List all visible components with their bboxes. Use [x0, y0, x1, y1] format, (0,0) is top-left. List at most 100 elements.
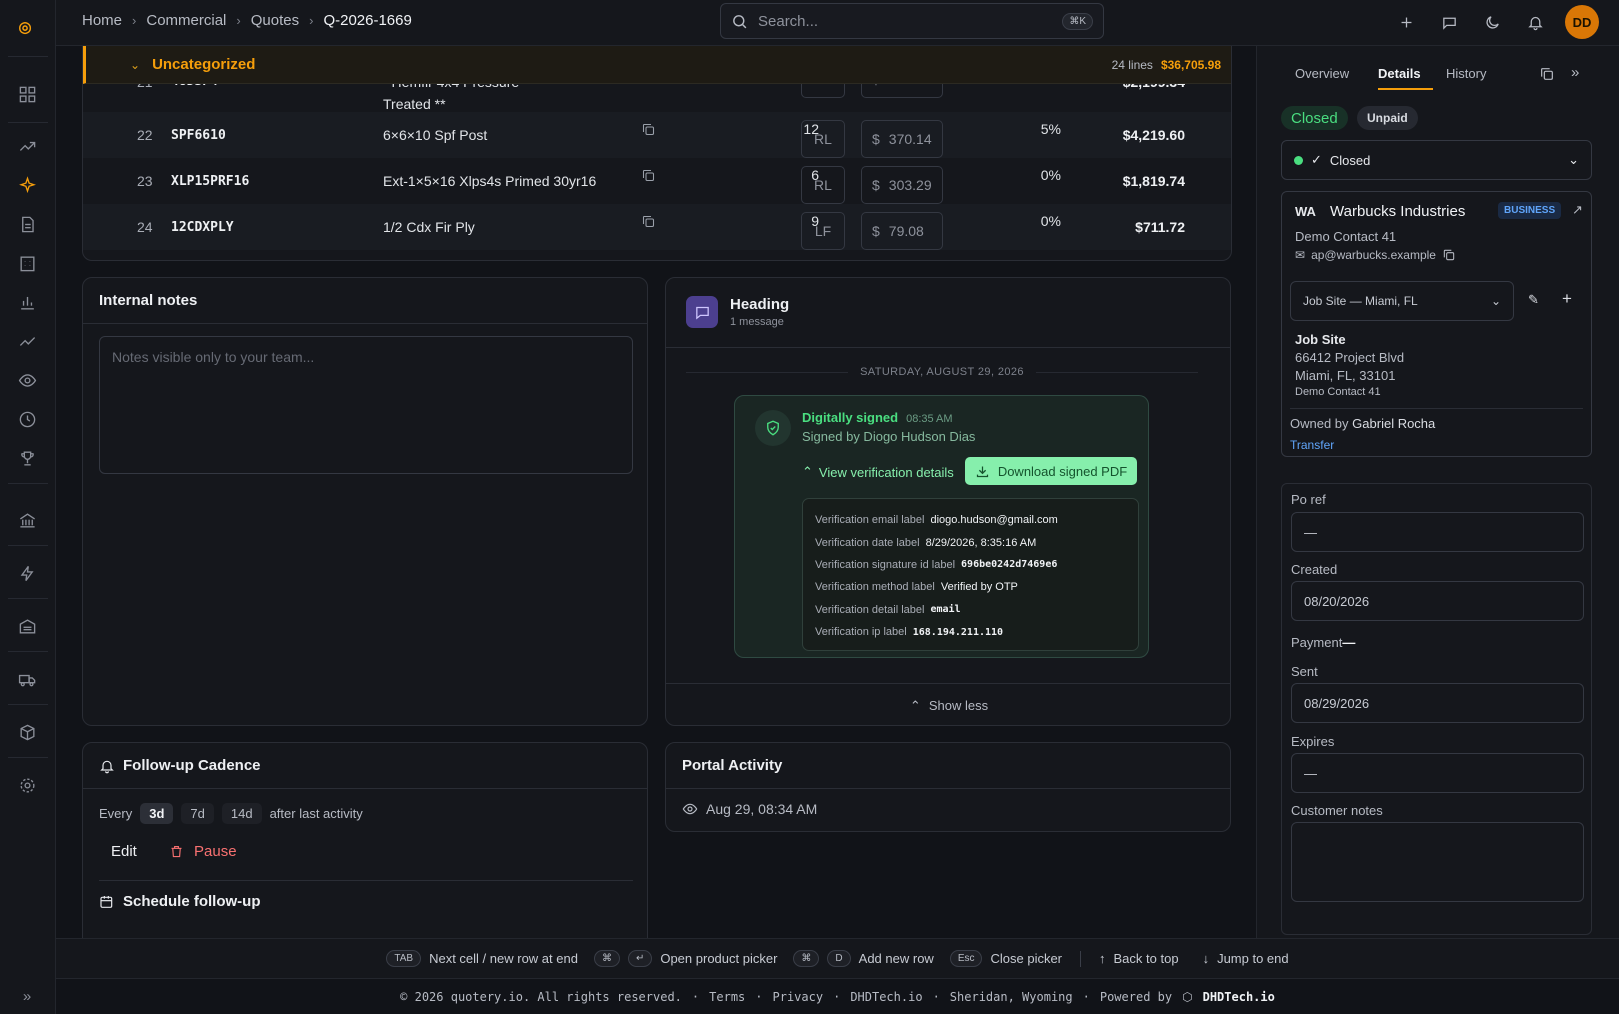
- portal-event-time: Aug 29, 08:34 AM: [706, 801, 818, 817]
- chevron-down-icon[interactable]: ⌄: [130, 58, 140, 72]
- clock-icon[interactable]: [12, 404, 42, 434]
- left-nav-rail: ◎ »: [0, 0, 56, 1014]
- warehouse-icon[interactable]: [12, 611, 42, 641]
- arrow-up-icon: ↑: [1099, 951, 1106, 966]
- row-unit[interactable]: RL: [801, 120, 845, 158]
- expand-sidebar-icon[interactable]: »: [12, 981, 42, 1011]
- breadcrumb: Home › Commercial › Quotes › Q-2026-1669: [82, 12, 412, 29]
- verification-label: Verification signature id label: [815, 558, 956, 571]
- row-price-field[interactable]: $79.08: [861, 212, 943, 250]
- moon-icon[interactable]: [1481, 11, 1503, 33]
- copy-icon[interactable]: [641, 168, 657, 184]
- cadence-option-14d[interactable]: 14d: [221, 803, 262, 824]
- expires-field[interactable]: —: [1291, 753, 1584, 793]
- download-signed-pdf-button[interactable]: Download signed PDF: [965, 457, 1137, 485]
- tab-details[interactable]: Details: [1378, 66, 1421, 81]
- status-pill: Closed: [1281, 106, 1348, 130]
- status-select[interactable]: ✓ Closed ⌄: [1281, 140, 1592, 180]
- trending-icon[interactable]: [12, 131, 42, 161]
- footer-link-terms[interactable]: Terms: [709, 990, 745, 1004]
- group-header[interactable]: ⌄ Uncategorized 24 lines $36,705.98: [83, 46, 1231, 84]
- breadcrumb-home[interactable]: Home: [82, 12, 122, 29]
- table-row[interactable]: 23 XLP15PRF16 Ext-1×5×16 Xlps4s Primed 3…: [83, 158, 1231, 204]
- copy-icon[interactable]: [641, 122, 657, 138]
- search-input[interactable]: Search... ⌘K: [720, 3, 1104, 39]
- footer-link-privacy[interactable]: Privacy: [773, 990, 824, 1004]
- table-row[interactable]: 24 12CDXPLY 1/2 Cdx Fir Ply 9 LF $79.08 …: [83, 204, 1231, 250]
- row-price-field[interactable]: $370.14: [861, 120, 943, 158]
- row-discount[interactable]: 0%: [1041, 213, 1061, 229]
- created-field[interactable]: 08/20/2026: [1291, 581, 1584, 621]
- dashboard-icon[interactable]: [12, 79, 42, 109]
- jump-to-end-button[interactable]: ↓ Jump to end: [1203, 951, 1289, 966]
- document-icon[interactable]: [12, 209, 42, 239]
- rail-divider: [8, 651, 48, 652]
- trophy-icon[interactable]: [12, 443, 42, 473]
- breadcrumb-commercial[interactable]: Commercial: [146, 12, 226, 29]
- row-discount[interactable]: 0%: [1041, 167, 1061, 183]
- customer-email-value[interactable]: ap@warbucks.example: [1311, 248, 1436, 262]
- powered-by-brand[interactable]: DHDTech.io: [1203, 990, 1275, 1004]
- settings-icon[interactable]: [12, 770, 42, 800]
- row-unit[interactable]: RL: [801, 166, 845, 204]
- breadcrumb-quotes[interactable]: Quotes: [251, 12, 299, 29]
- row-discount[interactable]: 5%: [1041, 121, 1061, 137]
- row-sku[interactable]: XLP15PRF16: [171, 174, 249, 189]
- support-icon[interactable]: [1438, 11, 1460, 33]
- bolt-icon[interactable]: [12, 558, 42, 588]
- transfer-link[interactable]: Transfer: [1290, 438, 1334, 452]
- table-row[interactable]: 22 SPF6610 6×6×10 Spf Post 12 RL $370.14…: [83, 112, 1231, 158]
- duplicate-icon[interactable]: [1539, 66, 1555, 85]
- site-select[interactable]: Job Site — Miami, FL ⌄: [1290, 281, 1514, 321]
- row-total: $1,819.74: [1122, 173, 1185, 189]
- po-ref-field[interactable]: —: [1291, 512, 1584, 552]
- footer-link-dhdtech[interactable]: DHDTech.io: [850, 990, 922, 1004]
- tab-overview[interactable]: Overview: [1295, 66, 1349, 81]
- customer-notes-textarea[interactable]: [1291, 822, 1584, 902]
- verification-value: email: [930, 604, 961, 616]
- copy-icon[interactable]: [1442, 248, 1456, 262]
- plus-icon[interactable]: +: [1562, 289, 1572, 309]
- show-less-button[interactable]: ⌃ Show less: [666, 683, 1230, 725]
- row-unit[interactable]: LF: [801, 212, 845, 250]
- plus-icon[interactable]: [1395, 11, 1417, 33]
- breadcrumb-current: Q-2026-1669: [323, 12, 412, 29]
- truck-icon[interactable]: [12, 664, 42, 694]
- kbd-esc: Esc: [949, 950, 983, 967]
- row-description[interactable]: 1/2 Cdx Fir Ply: [383, 219, 475, 235]
- external-link-icon[interactable]: ↗: [1572, 202, 1583, 218]
- building-icon[interactable]: [12, 248, 42, 278]
- currency-symbol: $: [872, 223, 880, 239]
- cadence-option-3d[interactable]: 3d: [140, 803, 174, 824]
- eye-icon[interactable]: [12, 365, 42, 395]
- bar-chart-icon[interactable]: [12, 287, 42, 317]
- row-description[interactable]: Ext-1×5×16 Xlps4s Primed 30yr16: [383, 173, 596, 189]
- avatar[interactable]: DD: [1565, 5, 1599, 39]
- internal-notes-textarea[interactable]: Notes visible only to your team...: [99, 336, 633, 474]
- row-sku[interactable]: 12CDXPLY: [171, 220, 234, 235]
- collapse-panel-icon[interactable]: »: [1571, 64, 1579, 81]
- sparkles-icon[interactable]: [12, 170, 42, 200]
- sent-field[interactable]: 08/29/2026: [1291, 683, 1584, 723]
- cadence-option-7d[interactable]: 7d: [181, 803, 214, 824]
- growth-icon[interactable]: [12, 326, 42, 356]
- edit-button[interactable]: Edit: [111, 843, 137, 860]
- pencil-icon[interactable]: ✎: [1528, 292, 1539, 308]
- row-description[interactable]: 6×6×10 Spf Post: [383, 127, 487, 143]
- signed-time: 08:35 AM: [906, 413, 953, 425]
- app-logo-icon[interactable]: ◎: [12, 14, 38, 40]
- bank-icon[interactable]: [12, 505, 42, 535]
- row-total: $711.72: [1135, 219, 1185, 235]
- view-verification-toggle[interactable]: ⌃ View verification details: [802, 464, 954, 480]
- pause-button[interactable]: Pause: [169, 843, 237, 860]
- bell-icon[interactable]: [1524, 11, 1546, 33]
- portal-event: Aug 29, 08:34 AM: [682, 801, 817, 817]
- back-to-top-button[interactable]: ↑ Back to top: [1099, 951, 1179, 966]
- row-sku[interactable]: SPF6610: [171, 128, 226, 143]
- pause-label: Pause: [194, 843, 237, 860]
- tab-history[interactable]: History: [1446, 66, 1486, 81]
- customer-name[interactable]: Warbucks Industries: [1330, 203, 1465, 220]
- package-icon[interactable]: [12, 717, 42, 747]
- row-price-field[interactable]: $303.29: [861, 166, 943, 204]
- copy-icon[interactable]: [641, 214, 657, 230]
